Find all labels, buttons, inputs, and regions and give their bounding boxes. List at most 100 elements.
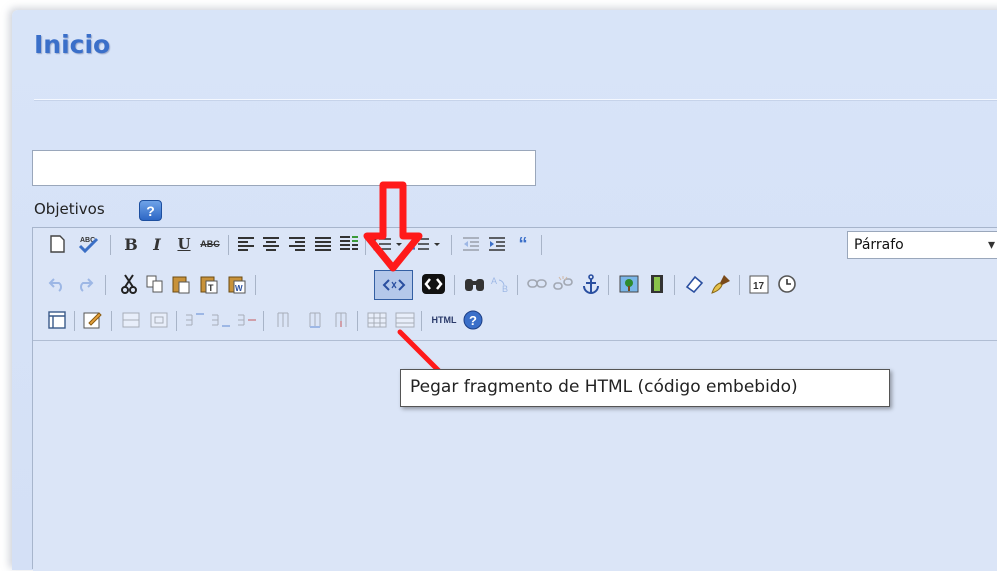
title-input[interactable] (32, 150, 536, 186)
blockquote-button[interactable]: “ (511, 232, 535, 256)
paste-icon (172, 276, 190, 294)
toolbar-separator (105, 275, 106, 295)
paste-button[interactable] (169, 272, 193, 296)
eraser-icon (685, 275, 704, 293)
italic-icon: I (153, 234, 161, 254)
align-center-button[interactable] (259, 232, 283, 256)
find-button[interactable] (463, 272, 487, 296)
toolbar-separator (517, 275, 518, 295)
toolbar-separator (357, 311, 358, 331)
row-delete-icon (238, 314, 256, 326)
media-button[interactable] (645, 272, 669, 296)
format-select[interactable]: Párrafo ▾ (847, 231, 997, 259)
column-after-button[interactable] (303, 308, 327, 332)
unlink-button[interactable] (551, 272, 575, 296)
cut-icon (121, 274, 137, 294)
toolbar-row-1: ABC B I U ABC “ Párrafo ▾ (33, 228, 997, 260)
svg-text:A: A (491, 276, 497, 286)
svg-text:?: ? (469, 313, 477, 328)
strikethrough-button[interactable]: ABC (198, 232, 222, 256)
media-icon (651, 275, 663, 293)
style-icon (340, 236, 358, 250)
row-after-button[interactable] (209, 308, 233, 332)
column-delete-button[interactable] (329, 308, 353, 332)
anchor-button[interactable] (579, 272, 603, 296)
redo-button[interactable] (73, 272, 97, 296)
align-left-button[interactable] (234, 232, 258, 256)
toolbar-separator (110, 235, 111, 255)
toolbar-separator (255, 275, 256, 295)
date-button[interactable]: 17 (747, 272, 771, 296)
embed-media-button[interactable] (422, 274, 445, 294)
indent-button[interactable] (485, 232, 509, 256)
bulleted-list-button[interactable] (372, 232, 406, 256)
toolbar-row-3: HTML ? (33, 304, 997, 334)
column-before-button[interactable] (271, 308, 295, 332)
anchor-icon (583, 274, 599, 294)
image-button[interactable] (617, 272, 641, 296)
toolbar-separator (74, 311, 75, 331)
insert-html-snippet-button[interactable] (374, 270, 413, 300)
spellcheck-button[interactable]: ABC (77, 232, 101, 256)
underline-icon: U (177, 235, 191, 253)
toolbar-separator (228, 235, 229, 255)
undo-icon (48, 278, 62, 292)
editor-help-button[interactable]: ? (461, 308, 485, 332)
row-props-button[interactable] (393, 308, 417, 332)
paste-word-button[interactable]: W (225, 272, 249, 296)
outdent-icon (463, 237, 479, 251)
toolbar-separator (111, 311, 112, 331)
cell-props-icon (367, 312, 387, 328)
bulleted-list-icon (373, 237, 402, 251)
toolbar-row-2: T W AB 17 (33, 268, 997, 300)
align-left-icon (238, 237, 254, 251)
table-icon (48, 311, 66, 329)
column-after-icon (309, 312, 321, 328)
row-before-icon (186, 313, 204, 326)
split-cells-icon (122, 312, 140, 328)
spellcheck-icon: ABC (78, 237, 99, 254)
toolbar-separator (263, 311, 264, 331)
outdent-button[interactable] (459, 232, 483, 256)
replace-button[interactable]: AB (489, 272, 513, 296)
new-document-button[interactable] (45, 232, 69, 256)
numbered-list-button[interactable] (410, 232, 444, 256)
paste-word-icon: W (228, 276, 246, 294)
toolbar-separator (674, 275, 675, 295)
cleanup-button[interactable] (709, 272, 733, 296)
table-button[interactable] (45, 308, 69, 332)
html-source-button[interactable]: HTML (429, 308, 459, 332)
split-cells-button[interactable] (119, 308, 143, 332)
toolbar-separator (421, 311, 422, 331)
cut-button[interactable] (117, 272, 141, 296)
format-select-value: Párrafo (854, 237, 904, 253)
align-justify-button[interactable] (311, 232, 335, 256)
toolbar-separator (739, 275, 740, 295)
align-right-icon (289, 237, 305, 251)
bold-button[interactable]: B (119, 232, 143, 256)
help-icon: ? (146, 203, 155, 219)
italic-button[interactable]: I (145, 232, 169, 256)
link-icon (527, 279, 547, 288)
merge-cells-button[interactable] (147, 308, 171, 332)
style-button[interactable] (337, 232, 361, 256)
time-button[interactable] (775, 272, 799, 296)
edit-table-button[interactable] (81, 308, 105, 332)
edit-table-icon (83, 312, 102, 329)
link-button[interactable] (525, 272, 549, 296)
row-before-button[interactable] (183, 308, 207, 332)
underline-button[interactable]: U (172, 232, 196, 256)
merge-cells-icon (150, 312, 168, 328)
blockquote-icon: “ (518, 233, 528, 254)
undo-button[interactable] (45, 272, 69, 296)
align-right-button[interactable] (285, 232, 309, 256)
paste-text-button[interactable]: T (197, 272, 221, 296)
objectives-help-button[interactable]: ? (139, 200, 162, 221)
svg-text:17: 17 (753, 281, 765, 292)
svg-text:T: T (208, 283, 214, 293)
row-delete-button[interactable] (235, 308, 259, 332)
cell-props-button[interactable] (365, 308, 389, 332)
eraser-button[interactable] (683, 272, 707, 296)
copy-button[interactable] (143, 272, 167, 296)
toolbar-separator (608, 275, 609, 295)
